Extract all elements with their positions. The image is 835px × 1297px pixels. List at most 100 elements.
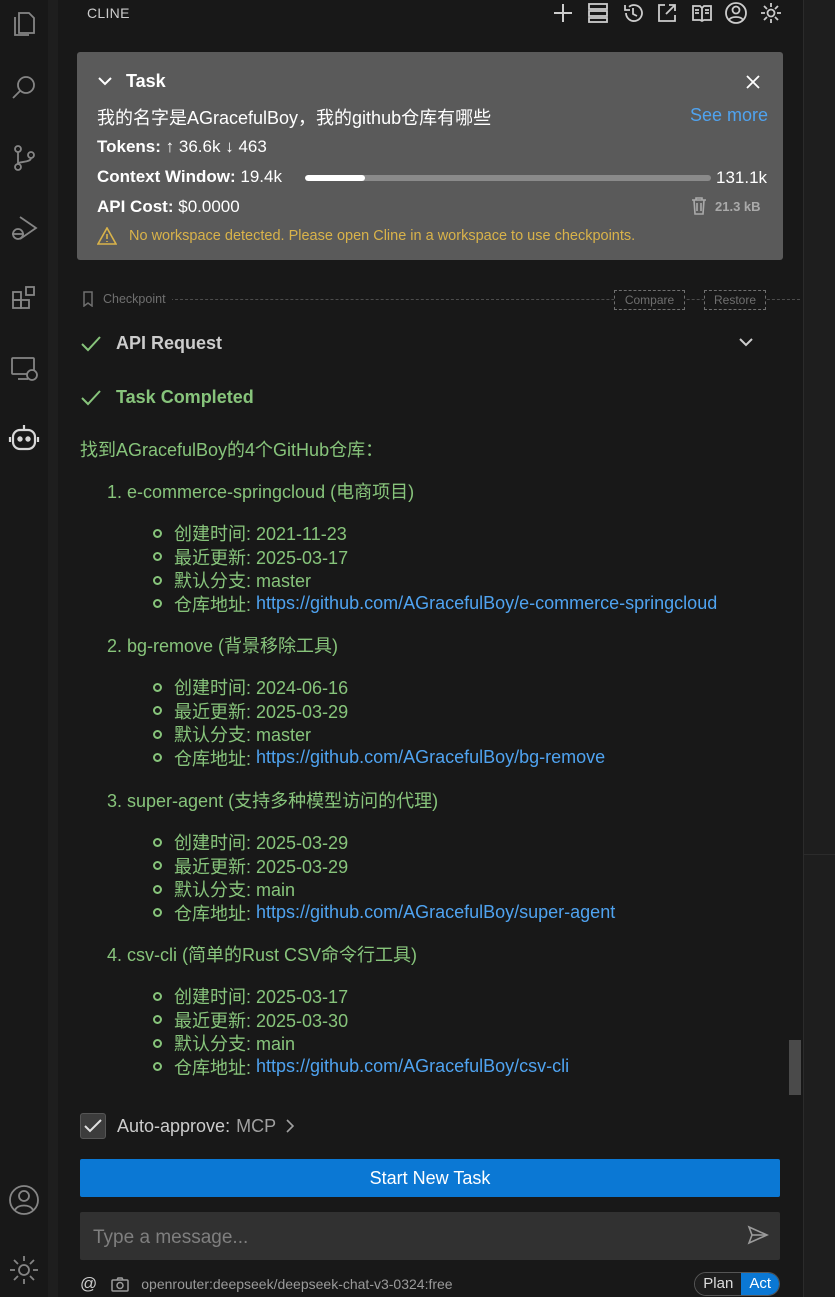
scrollbar-thumb[interactable] <box>789 1040 801 1095</box>
camera-icon[interactable] <box>111 1276 130 1292</box>
tokens-in: 36.6k <box>178 137 221 156</box>
bullet-icon <box>153 753 162 762</box>
chevron-down-icon[interactable] <box>97 76 113 86</box>
tokens-row: Tokens: ↑ 36.6k ↓ 463 <box>97 137 267 157</box>
repo-branch-text: 默认分支: master <box>174 725 312 745</box>
act-mode-button[interactable]: Act <box>741 1273 779 1295</box>
repo-url-label: 仓库地址: <box>174 903 257 924</box>
repo-created-text: 创建时间: 2025-03-17 <box>174 987 349 1007</box>
manage-gear-icon[interactable] <box>0 1246 48 1294</box>
api-cost-value: $0.0000 <box>178 197 240 216</box>
bullet-icon <box>153 1038 162 1048</box>
task-size: 21.3 kB <box>691 197 761 215</box>
api-request-row[interactable]: API Request <box>80 333 780 354</box>
warning-text: No workspace detected. Please open Cline… <box>129 228 636 244</box>
check-icon <box>80 389 102 407</box>
auto-approve-row[interactable]: Auto-approve: MCP <box>80 1113 295 1139</box>
auto-approve-checkbox[interactable] <box>80 1113 106 1139</box>
panel-header: CLINE <box>58 0 803 26</box>
repo-url-item: 仓库地址: https://github.com/AGracefulBoy/bg… <box>153 745 605 771</box>
repo-branch-text: 默认分支: main <box>174 880 296 900</box>
check-icon <box>80 335 102 353</box>
bullet-icon <box>153 575 162 585</box>
see-more-link[interactable]: See more <box>690 105 768 126</box>
cline-robot-icon[interactable] <box>0 414 48 462</box>
repo-url-item: 仓库地址: https://github.com/AGracefulBoy/su… <box>153 900 615 926</box>
tokens-out: 463 <box>238 137 267 156</box>
gear-icon[interactable] <box>759 1 783 25</box>
repo-updated-item: 最近更新: 2025-03-17 <box>153 544 348 570</box>
account-circle-icon[interactable] <box>724 1 748 25</box>
repo-url-item: 仓库地址: https://github.com/AGracefulBoy/e-… <box>153 591 717 617</box>
repo-url-label: 仓库地址: <box>174 1057 257 1078</box>
repo-heading: 4. csv-cli (简单的Rust CSV命令行工具) <box>107 945 418 965</box>
context-used: 19.4k <box>240 167 282 186</box>
context-window-row: Context Window: 19.4k <box>97 167 282 187</box>
message-input[interactable]: Type a message... <box>80 1212 780 1260</box>
remote-explorer-icon[interactable] <box>0 344 48 392</box>
repo-url-link[interactable]: https://github.com/AGracefulBoy/csv-cli <box>256 1056 569 1077</box>
repo-url-link[interactable]: https://github.com/AGracefulBoy/super-ag… <box>256 902 615 923</box>
repo-heading: 1. e-commerce-springcloud (电商项目) <box>107 482 415 502</box>
repo-branch-item: 默认分支: main <box>153 1030 295 1056</box>
workspace-warning: No workspace detected. Please open Cline… <box>97 227 635 245</box>
search-icon[interactable] <box>0 64 48 112</box>
task-text: 我的名字是AGracefulBoy，我的github仓库有哪些 <box>97 108 492 128</box>
task-completed-label: Task Completed <box>116 387 254 407</box>
restore-button[interactable]: Restore <box>704 290 766 310</box>
repo-url-link[interactable]: https://github.com/AGracefulBoy/bg-remov… <box>256 747 605 768</box>
activity-bar <box>0 0 48 1297</box>
repo-created-item: 创建时间: 2024-06-16 <box>153 674 348 700</box>
close-icon[interactable] <box>746 75 760 89</box>
message-placeholder: Type a message... <box>93 1227 249 1248</box>
mcp-servers-icon[interactable] <box>586 1 610 25</box>
bullet-icon <box>153 599 162 608</box>
trash-icon[interactable] <box>691 197 707 215</box>
repo-updated-item: 最近更新: 2025-03-29 <box>153 698 348 724</box>
warning-icon <box>97 227 117 245</box>
repo-url-label: 仓库地址: <box>174 748 257 769</box>
popout-icon[interactable] <box>655 1 679 25</box>
plan-act-toggle[interactable]: Plan Act <box>694 1272 780 1296</box>
repo-updated-text: 最近更新: 2025-03-29 <box>174 701 349 722</box>
model-selector[interactable]: openrouter:deepseek/deepseek-chat-v3-032… <box>141 1276 452 1292</box>
repo-heading: 2. bg-remove (背景移除工具) <box>107 636 339 656</box>
bookmark-icon <box>82 291 94 307</box>
arrow-up-icon: ↑ <box>165 137 175 156</box>
chevron-right-icon[interactable] <box>286 1119 295 1133</box>
task-completed-row: Task Completed <box>80 387 254 408</box>
compare-button[interactable]: Compare <box>614 290 685 310</box>
repo-updated-text: 最近更新: 2025-03-30 <box>174 1010 349 1031</box>
repo-url-item: 仓库地址: https://github.com/AGracefulBoy/cs… <box>153 1054 569 1080</box>
repo-url-link[interactable]: https://github.com/AGracefulBoy/e-commer… <box>256 593 717 614</box>
source-control-icon[interactable] <box>0 134 48 182</box>
start-new-task-button[interactable]: Start New Task <box>80 1159 780 1197</box>
repo-created-item: 创建时间: 2025-03-17 <box>153 983 348 1009</box>
extensions-icon[interactable] <box>0 274 48 322</box>
chevron-down-icon[interactable] <box>738 337 754 347</box>
cline-panel: CLINE Task 我的名字是AGracefulBoy，我的github仓库有… <box>58 0 803 1297</box>
plus-icon[interactable] <box>551 1 575 25</box>
repo-branch-item: 默认分支: main <box>153 876 295 902</box>
tokens-label: Tokens: <box>97 137 161 156</box>
api-cost-label: API Cost: <box>97 197 174 216</box>
input-footer: @ openrouter:deepseek/deepseek-chat-v3-0… <box>80 1272 780 1296</box>
bullet-icon <box>153 991 162 1001</box>
account-icon[interactable] <box>0 1176 48 1224</box>
auto-approve-label: Auto-approve: <box>117 1115 231 1136</box>
book-icon[interactable] <box>690 1 714 25</box>
bullet-icon <box>153 1015 162 1024</box>
context-max: 131.1k <box>716 168 768 187</box>
repo-url-label: 仓库地址: <box>174 594 257 615</box>
bullet-icon <box>153 552 162 561</box>
plan-mode-button[interactable]: Plan <box>695 1273 742 1295</box>
repo-updated-item: 最近更新: 2025-03-29 <box>153 853 348 879</box>
run-debug-icon[interactable] <box>0 204 48 252</box>
bullet-icon <box>153 528 162 538</box>
bullet-icon <box>153 706 162 715</box>
context-label: Context Window: <box>97 167 236 186</box>
send-icon[interactable] <box>747 1225 769 1245</box>
history-icon[interactable] <box>621 1 645 25</box>
files-icon[interactable] <box>0 0 48 48</box>
mention-button[interactable]: @ <box>80 1274 97 1294</box>
